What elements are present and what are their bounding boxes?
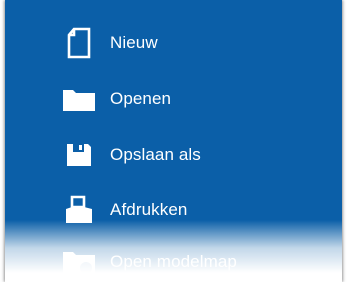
menu-item-save-as[interactable]: Opslaan als [5, 130, 342, 180]
menu-item-label: Opslaan als [110, 145, 201, 164]
menu-item-label: Nieuw [110, 33, 158, 52]
new-document-icon [61, 25, 97, 61]
menu-item-open-model-folder[interactable]: Open modelmap [5, 237, 342, 282]
screenshot-frame: Nieuw Openen Opslaan als Afdrukken Open … [0, 0, 349, 282]
folder-icon [61, 81, 97, 117]
menu-item-label: Openen [110, 89, 172, 108]
menu-item-new[interactable]: Nieuw [5, 18, 342, 68]
folder-icon [61, 244, 97, 280]
menu-item-label: Afdrukken [110, 200, 188, 219]
menu-item-open[interactable]: Openen [5, 74, 342, 124]
printer-icon [61, 192, 97, 228]
save-icon [61, 137, 97, 173]
file-menu: Nieuw Openen Opslaan als Afdrukken Open … [5, 0, 342, 282]
menu-item-print[interactable]: Afdrukken [5, 185, 342, 235]
menu-item-label: Open modelmap [110, 252, 237, 271]
